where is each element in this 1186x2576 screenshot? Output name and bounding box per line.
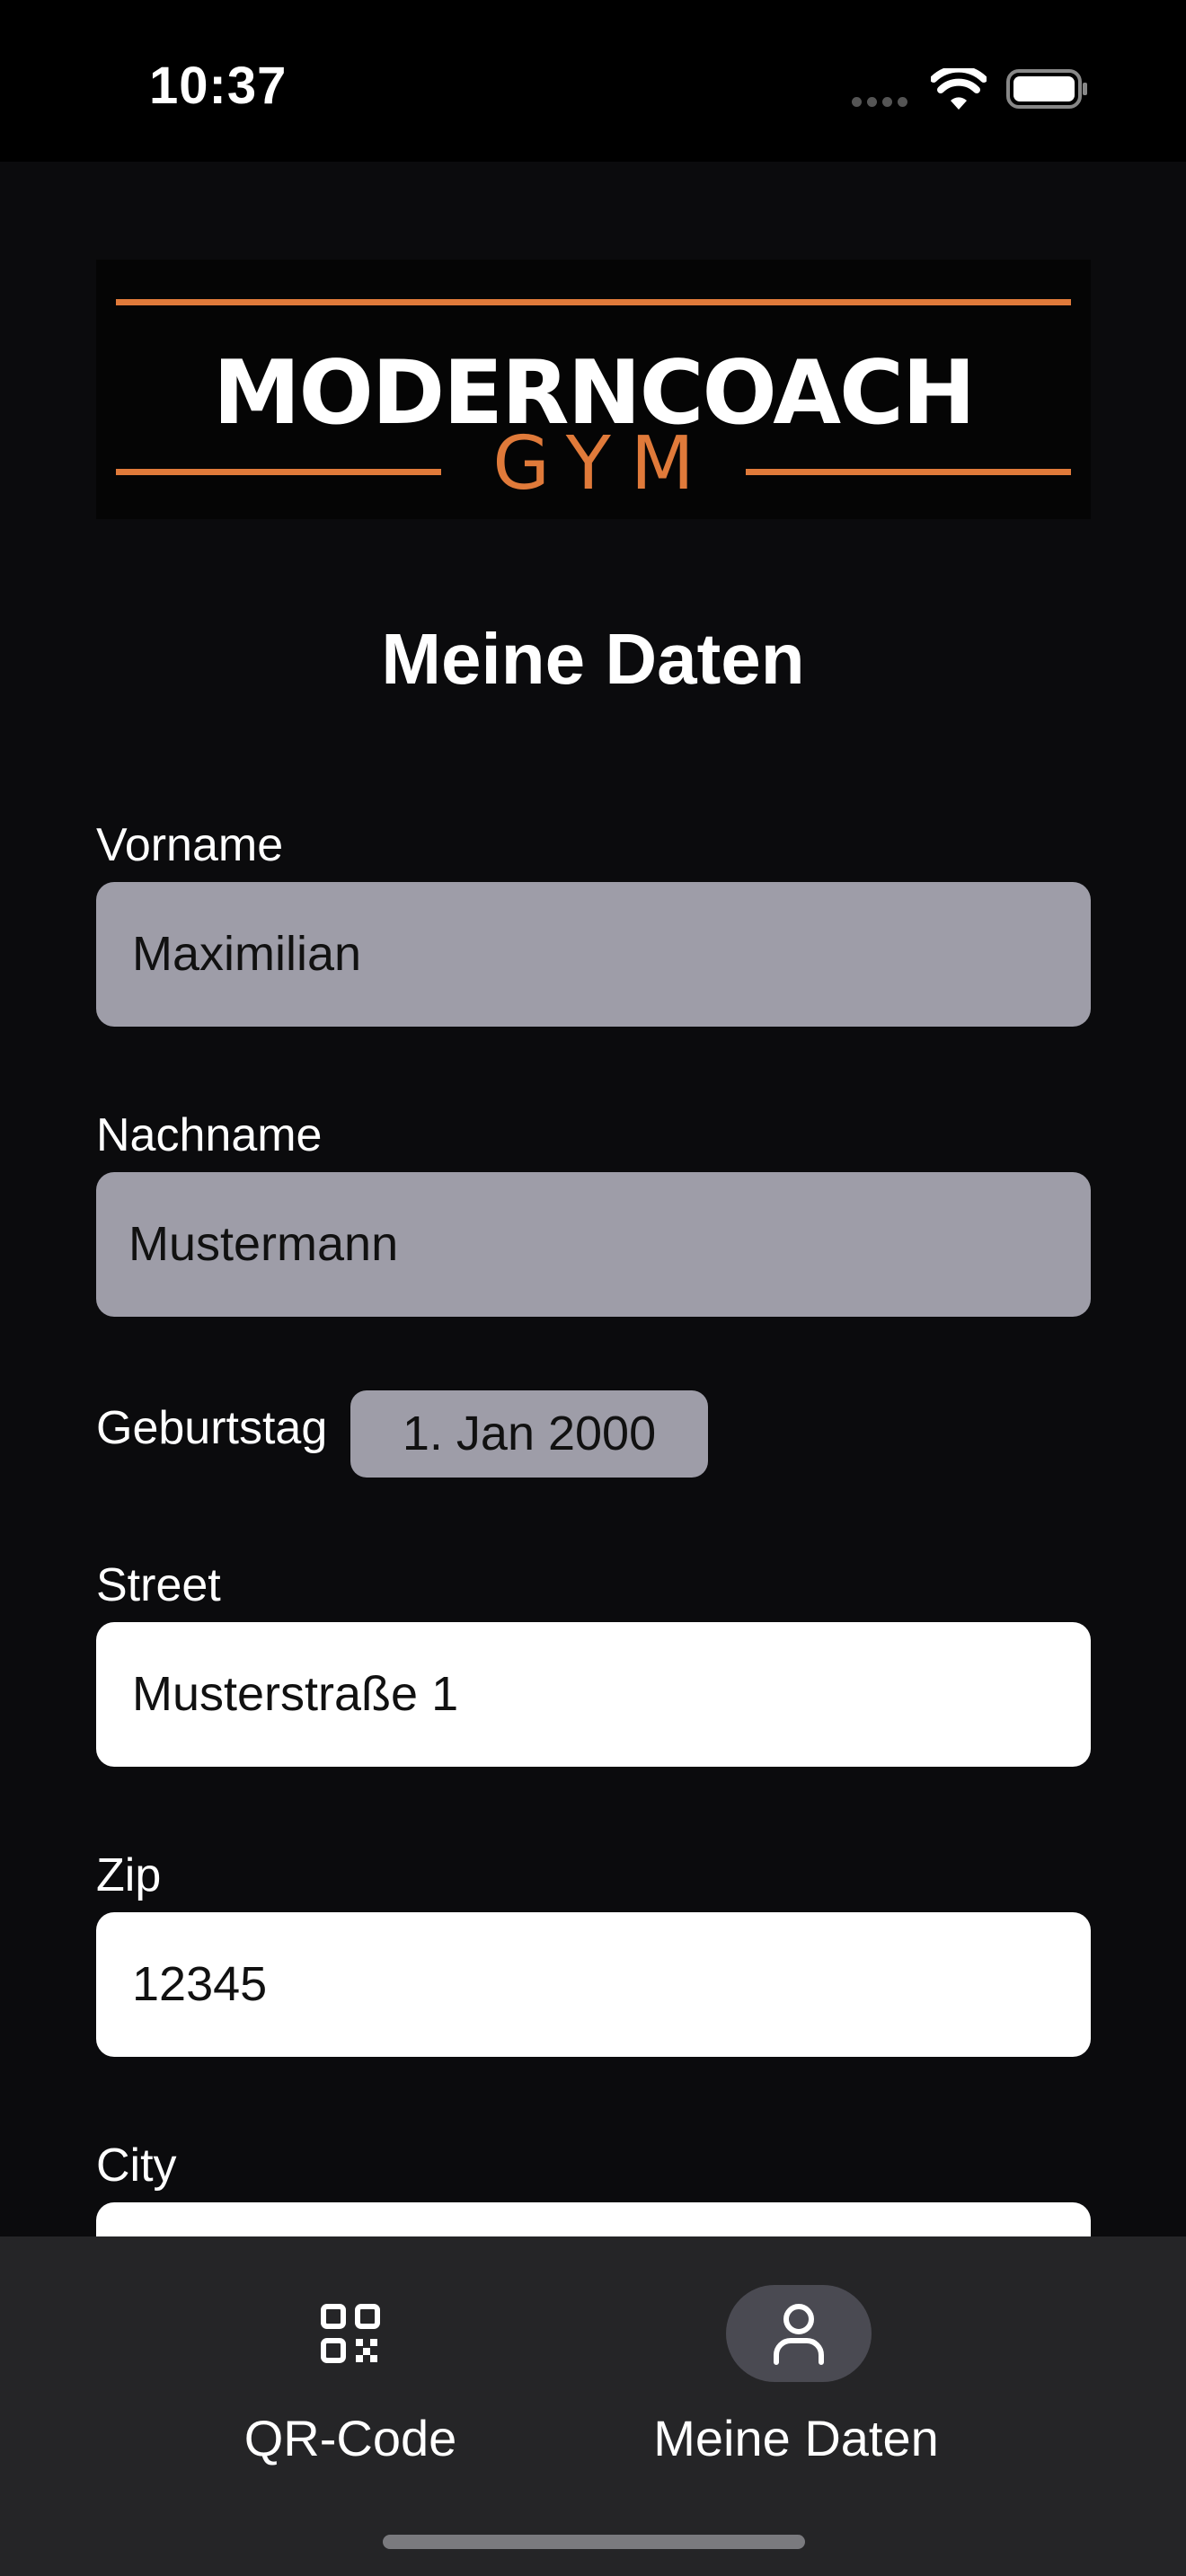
- wifi-icon: [931, 68, 987, 110]
- last-name-field[interactable]: Mustermann: [96, 1172, 1091, 1317]
- status-time: 10:37: [149, 57, 288, 115]
- birthday-label: Geburtstag: [96, 1402, 328, 1454]
- tab-label: QR-Code: [243, 2410, 457, 2466]
- status-bar: 10:37: [0, 0, 1186, 162]
- street-field[interactable]: Musterstraße 1: [96, 1622, 1091, 1767]
- page-title: Meine Daten: [381, 619, 805, 699]
- tab-icon-container: [278, 2285, 423, 2382]
- cellular-signal-icon: [852, 95, 913, 111]
- zip-label: Zip: [96, 1849, 162, 1901]
- city-label: City: [96, 2139, 177, 2192]
- logo-divider: [116, 299, 1071, 305]
- birthday-date-picker[interactable]: 1. Jan 2000: [350, 1390, 708, 1478]
- person-icon: [774, 2304, 824, 2365]
- tab-label: Meine Daten: [653, 2410, 939, 2466]
- first-name-field[interactable]: Maximilian: [96, 882, 1091, 1027]
- tab-meine-daten[interactable]: Meine Daten: [634, 2236, 958, 2506]
- zip-field[interactable]: 12345: [96, 1912, 1091, 2057]
- logo-sub-text: GYM: [492, 421, 714, 507]
- tab-bar: QR-Code Meine Daten: [0, 2236, 1186, 2576]
- street-label: Street: [96, 1559, 221, 1611]
- qr-code-icon: [321, 2304, 380, 2363]
- battery-icon: [1006, 69, 1087, 109]
- home-indicator[interactable]: [383, 2535, 805, 2549]
- last-name-label: Nachname: [96, 1109, 323, 1161]
- tab-qr-code[interactable]: QR-Code: [216, 2236, 485, 2506]
- tab-icon-container-active: [726, 2285, 872, 2382]
- gym-logo: MODERNCOACH GYM: [96, 260, 1091, 519]
- first-name-label: Vorname: [96, 819, 284, 871]
